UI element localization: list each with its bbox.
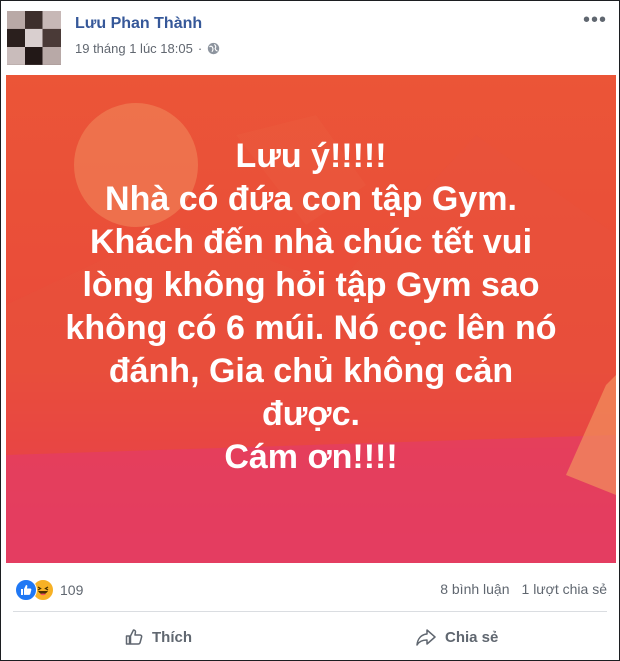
comment-count-link[interactable]: 8 bình luận [440,581,509,597]
share-label: Chia sẻ [445,628,499,646]
caption-line: không có 6 múi. Nó cọc lên nó [65,309,557,347]
caption-line: đánh, Gia chủ không cản [108,352,514,390]
post-card: Lưu Phan Thành 19 tháng 1 lúc 18:05 · ••… [0,0,620,661]
caption-line: được. [262,395,360,433]
post-image[interactable]: Lưu ý!!!!! Nhà có đứa con tập Gym. Khách… [6,75,616,563]
caption-line: Lưu ý!!!!! [235,137,387,175]
globe-icon [207,42,220,55]
divider [13,611,607,612]
caption-line: Nhà có đứa con tập Gym. [105,180,517,218]
reaction-count: 109 [60,582,84,598]
like-label: Thích [152,628,192,646]
caption-line: Khách đến nhà chúc tết vui [89,223,533,261]
share-button[interactable]: Chia sẻ [415,621,498,653]
image-caption: Lưu ý!!!!! Nhà có đứa con tập Gym. Khách… [6,135,616,479]
like-icon [15,579,37,601]
avatar[interactable] [7,11,61,65]
thumbs-up-icon [125,629,143,645]
post-meta: 19 tháng 1 lúc 18:05 · [75,41,220,56]
dot-separator: · [197,41,203,56]
post-timestamp[interactable]: 19 tháng 1 lúc 18:05 [75,41,193,56]
share-arrow-icon [416,629,436,646]
caption-line: lòng không hỏi tập Gym sao [82,266,540,304]
author-name[interactable]: Lưu Phan Thành [75,15,202,33]
ellipsis-icon[interactable]: ••• [583,10,607,30]
share-count-link[interactable]: 1 lượt chia sẻ [522,581,607,597]
like-button[interactable]: Thích [124,621,192,653]
reactions-summary[interactable]: 109 [15,579,83,601]
caption-line: Cám ơn!!!! [224,438,398,476]
post-stats: 8 bình luận 1 lượt chia sẻ [440,581,607,597]
